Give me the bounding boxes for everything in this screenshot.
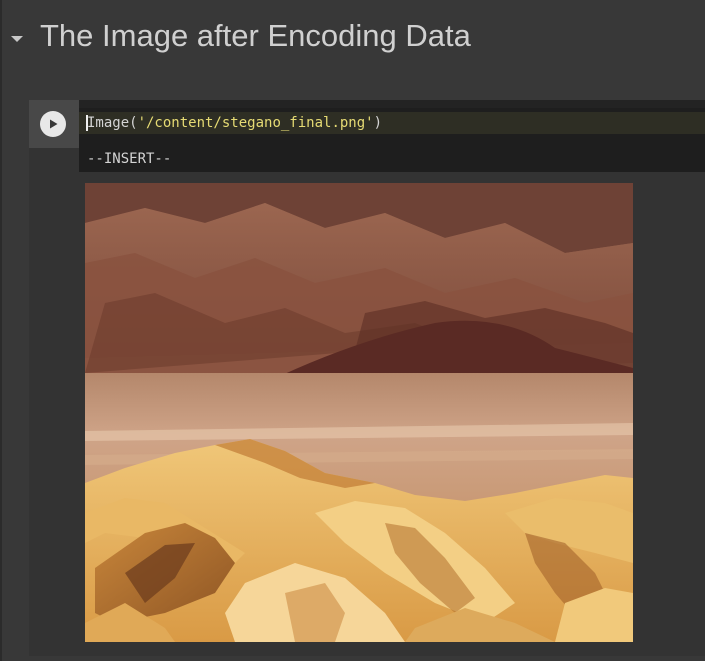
code-close-paren: ) bbox=[373, 115, 383, 131]
collapse-toggle-button[interactable] bbox=[6, 28, 28, 50]
notebook-page: The Image after Encoding Data Image('/co… bbox=[0, 0, 705, 661]
code-cell[interactable]: Image('/content/stegano_final.png') --IN… bbox=[29, 100, 705, 656]
section-title: The Image after Encoding Data bbox=[40, 18, 471, 53]
vim-mode-indicator: --INSERT-- bbox=[87, 151, 172, 167]
section-header: The Image after Encoding Data bbox=[0, 0, 705, 78]
code-string-argument: '/content/stegano_final.png' bbox=[137, 115, 374, 131]
active-code-line[interactable]: Image('/content/stegano_final.png') bbox=[79, 112, 705, 134]
code-editor[interactable]: Image('/content/stegano_final.png') --IN… bbox=[79, 100, 705, 172]
section-divider bbox=[0, 0, 2, 661]
play-icon bbox=[50, 119, 58, 129]
caret-down-icon bbox=[11, 36, 23, 42]
code-text: Image('/content/stegano_final.png') bbox=[87, 114, 382, 132]
output-image bbox=[85, 183, 633, 642]
code-function: Image( bbox=[87, 115, 138, 131]
run-cell-button[interactable] bbox=[40, 111, 66, 137]
cell-gutter bbox=[29, 100, 79, 148]
editor-top-strip bbox=[79, 100, 705, 108]
